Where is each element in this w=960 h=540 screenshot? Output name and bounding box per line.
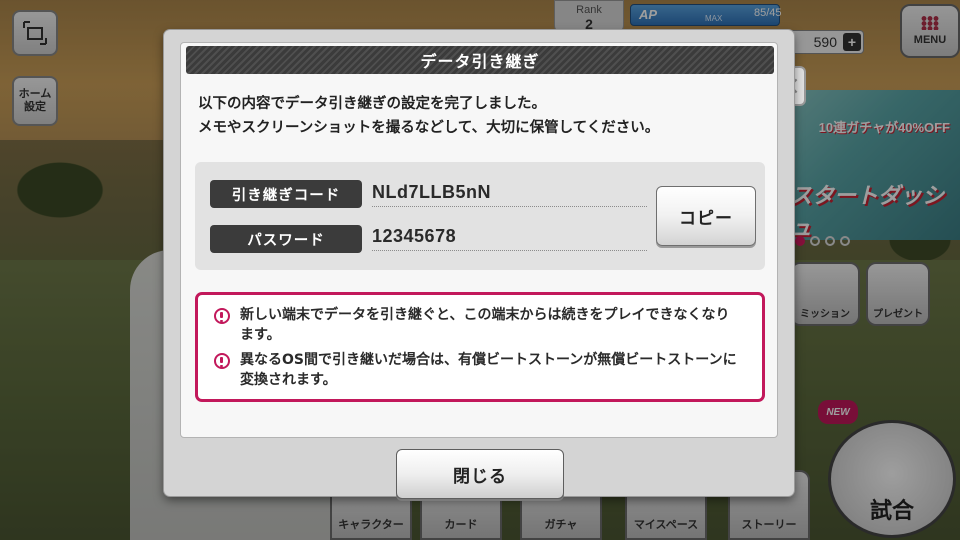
copy-button[interactable]: コピー [656,186,756,246]
password-label: パスワード [210,225,362,253]
password-value: 12345678 [372,222,647,251]
exclamation-icon [214,353,230,369]
warning-text: 新しい端末でデータを引き継ぐと、この端末からは続きをプレイできなくなります。 [240,307,730,343]
exclamation-icon [214,308,230,324]
transfer-code-value: NLd7LLB5nN [372,178,647,207]
dialog-title: データ引き継ぎ [186,46,774,74]
warning-item: 異なるOS間で引き継いだ場合は、有償ビートストーンが無償ビートストーンに変換され… [214,350,754,390]
intro-line: メモやスクリーンショットを撮るなどして、大切に保管してください。 [198,120,660,136]
warning-item: 新しい端末でデータを引き継ぐと、この端末からは続きをプレイできなくなります。 [214,305,754,345]
warning-text: 異なるOS間で引き継いだ場合は、有償ビートストーンが無償ビートストーンに変換され… [240,352,737,388]
intro-line: 以下の内容でデータ引き継ぎの設定を完了しました。 [198,96,546,112]
close-button[interactable]: 閉じる [396,449,564,499]
transfer-code-label: 引き継ぎコード [210,180,362,208]
game-screen: ホーム 設定 Rank 2 AP MAX 85/45 590 + MENU 10… [0,0,960,540]
intro-text: 以下の内容でデータ引き継ぎの設定を完了しました。 メモやスクリーンショットを撮る… [198,92,778,140]
